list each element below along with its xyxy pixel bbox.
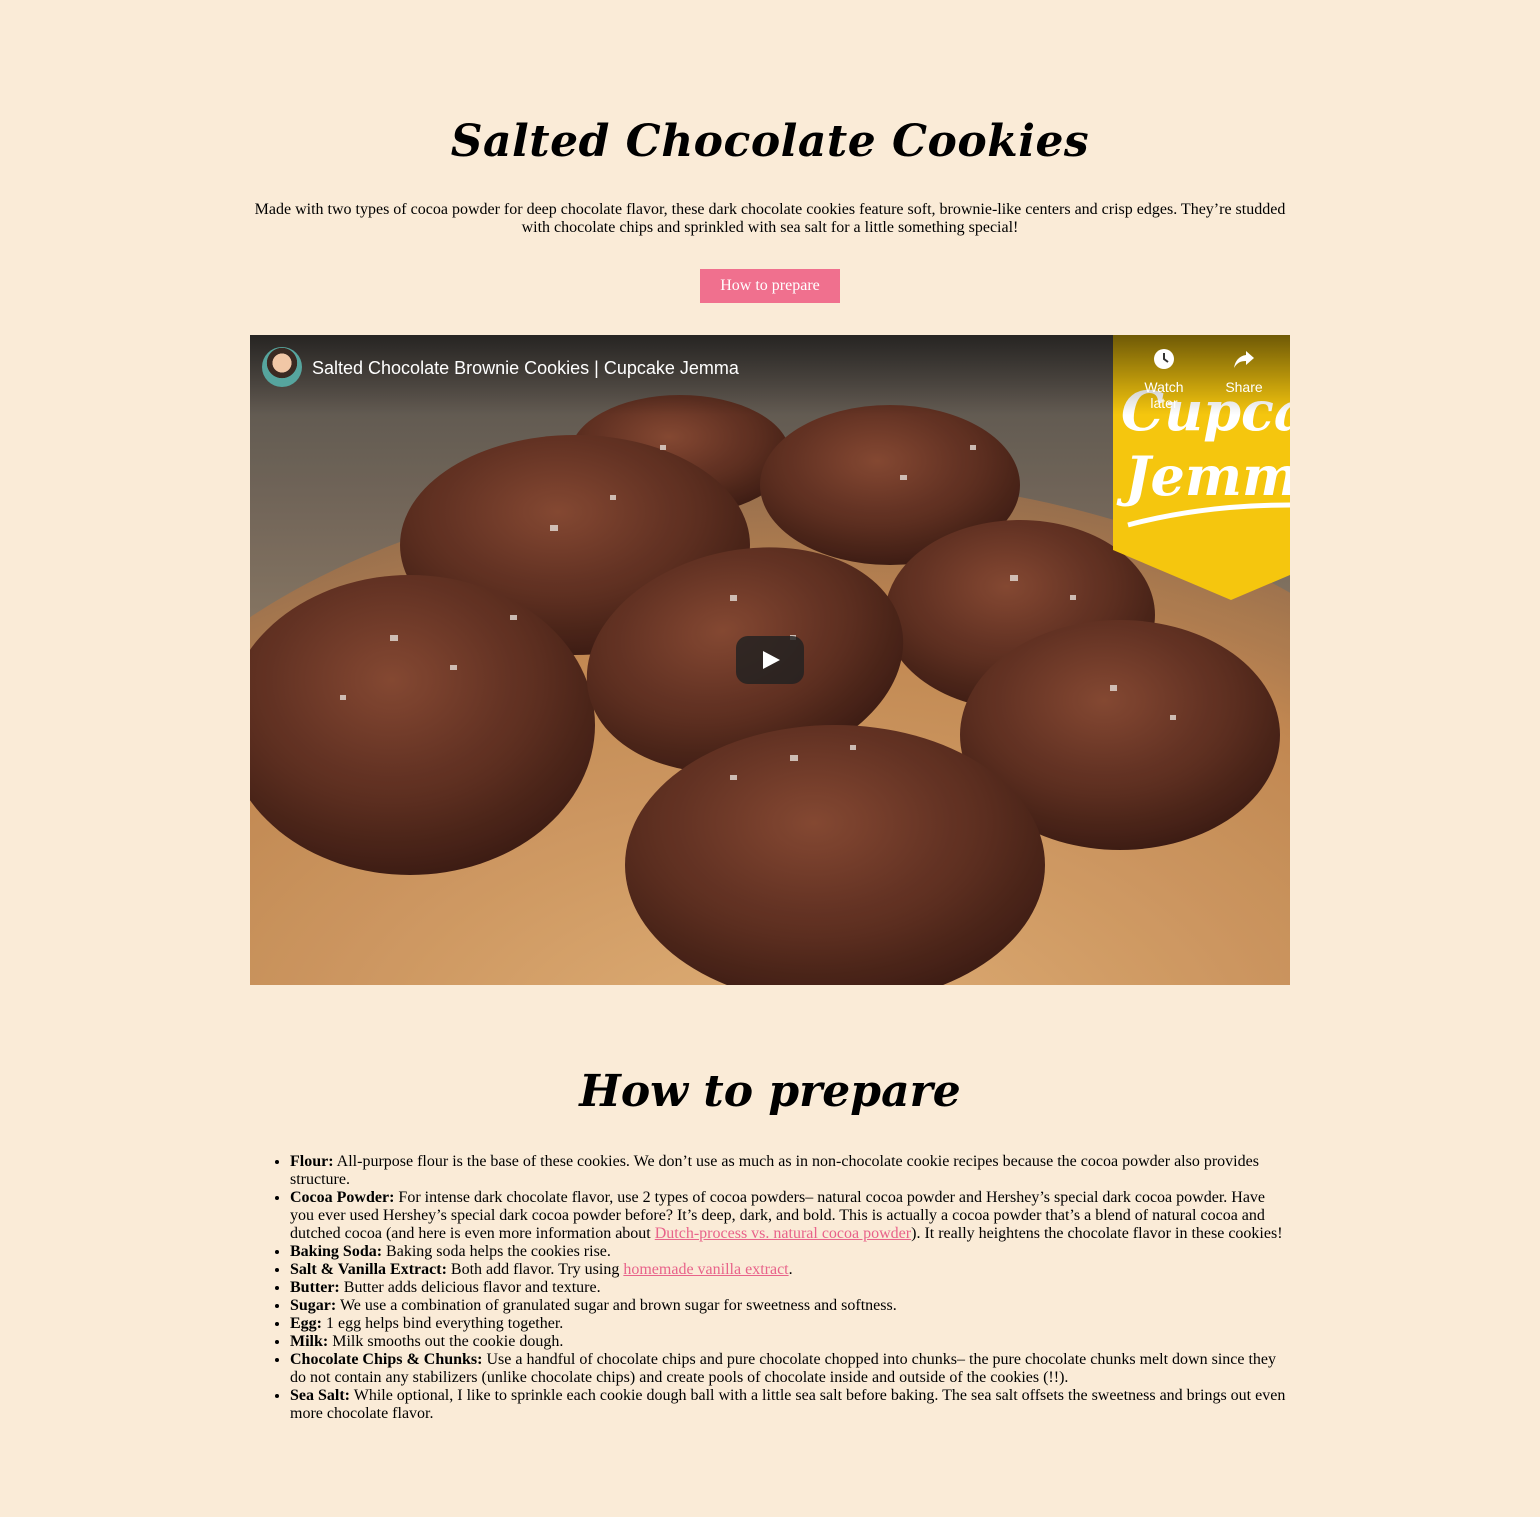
video-player[interactable]: Cupcak Jemm Salted Chocolate Brownie Coo… [250, 335, 1290, 985]
how-to-prepare-button[interactable]: How to prepare [700, 269, 840, 303]
list-item: Salt & Vanilla Extract: Both add flavor.… [290, 1261, 1290, 1279]
button-wrap: How to prepare [250, 269, 1290, 303]
page-container: Salted Chocolate Cookies Made with two t… [250, 0, 1290, 1423]
ingredient-text: All-purpose flour is the base of these c… [290, 1153, 1259, 1188]
ingredient-text-after: ). It really heightens the chocolate fla… [911, 1225, 1283, 1242]
ingredient-text: Baking soda helps the cookies rise. [382, 1243, 611, 1260]
list-item: Chocolate Chips & Chunks: Use a handful … [290, 1351, 1290, 1387]
ingredient-text-after: . [788, 1261, 793, 1278]
ingredient-text: 1 egg helps bind everything together. [322, 1315, 564, 1332]
ingredient-name: Egg: [290, 1315, 322, 1332]
ingredient-name: Sea Salt: [290, 1387, 350, 1404]
ingredient-name: Salt & Vanilla Extract: [290, 1261, 447, 1278]
list-item: Cocoa Powder: For intense dark chocolate… [290, 1189, 1290, 1243]
ingredient-text: While optional, I like to sprinkle each … [290, 1387, 1286, 1422]
list-item: Sea Salt: While optional, I like to spri… [290, 1387, 1290, 1423]
ingredient-name: Flour: [290, 1153, 334, 1170]
intro-text: Made with two types of cocoa powder for … [254, 201, 1286, 236]
ingredient-text: Milk smooths out the cookie dough. [328, 1333, 564, 1350]
page-title: Salted Chocolate Cookies [450, 116, 1090, 167]
ingredient-name: Sugar: [290, 1297, 337, 1314]
ingredient-text: We use a combination of granulated sugar… [336, 1297, 897, 1314]
share-label: Share [1225, 379, 1263, 395]
list-item: Flour: All-purpose flour is the base of … [290, 1153, 1290, 1189]
ingredient-text: Butter adds delicious flavor and texture… [339, 1279, 601, 1296]
play-icon[interactable] [736, 636, 804, 684]
ingredient-name: Baking Soda: [290, 1243, 383, 1260]
list-item: Butter: Butter adds delicious flavor and… [290, 1279, 1290, 1297]
watch-later-button[interactable]: Watch later [1129, 347, 1199, 411]
banner-text-2: Jemm [1116, 444, 1290, 508]
watch-later-label: Watch later [1144, 379, 1184, 411]
ingredient-link[interactable]: homemade vanilla extract [623, 1261, 788, 1278]
list-item: Milk: Milk smooths out the cookie dough. [290, 1333, 1290, 1351]
share-button[interactable]: Share [1209, 347, 1279, 395]
list-item: Egg: 1 egg helps bind everything togethe… [290, 1315, 1290, 1333]
ingredient-name: Chocolate Chips & Chunks: [290, 1351, 483, 1368]
ingredient-text: Both add flavor. Try using [446, 1261, 624, 1278]
video-title[interactable]: Salted Chocolate Brownie Cookies | Cupca… [312, 357, 739, 379]
ingredients-list: Flour: All-purpose flour is the base of … [250, 1153, 1290, 1423]
clock-icon [1129, 347, 1199, 373]
share-arrow-icon [1209, 347, 1279, 373]
ingredient-name: Cocoa Powder: [290, 1189, 395, 1206]
section-heading: How to prepare [579, 1066, 961, 1117]
ingredient-link[interactable]: Dutch-process vs. natural cocoa powder [655, 1225, 911, 1242]
list-item: Sugar: We use a combination of granulate… [290, 1297, 1290, 1315]
ingredient-name: Butter: [290, 1279, 340, 1296]
list-item: Baking Soda: Baking soda helps the cooki… [290, 1243, 1290, 1261]
channel-avatar[interactable] [262, 347, 302, 387]
ingredient-name: Milk: [290, 1333, 329, 1350]
